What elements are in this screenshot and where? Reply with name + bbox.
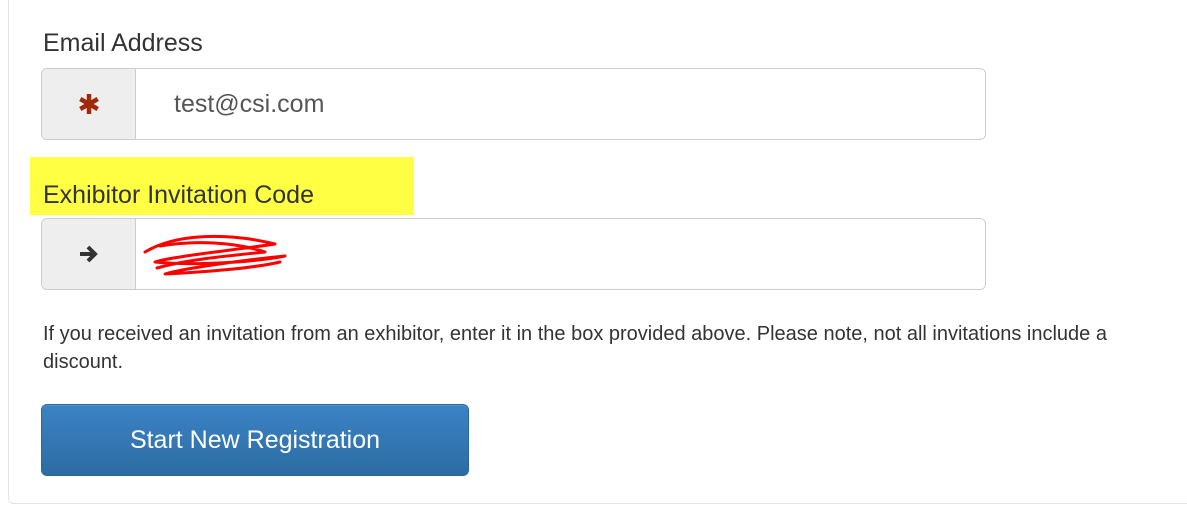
invitation-code-input-group <box>41 218 986 290</box>
invitation-help-text: If you received an invitation from an ex… <box>43 323 1107 373</box>
start-new-registration-button[interactable]: Start New Registration <box>41 404 469 476</box>
email-addon <box>42 69 136 139</box>
arrow-right-icon <box>79 245 98 263</box>
email-input-group <box>41 68 986 140</box>
email-label: Email Address <box>43 29 203 57</box>
asterisk-icon <box>78 94 99 114</box>
email-input[interactable] <box>136 69 985 139</box>
invitation-code-input[interactable] <box>136 219 985 289</box>
invitation-code-label: Exhibitor Invitation Code <box>43 181 314 209</box>
invitation-code-addon <box>42 219 136 289</box>
